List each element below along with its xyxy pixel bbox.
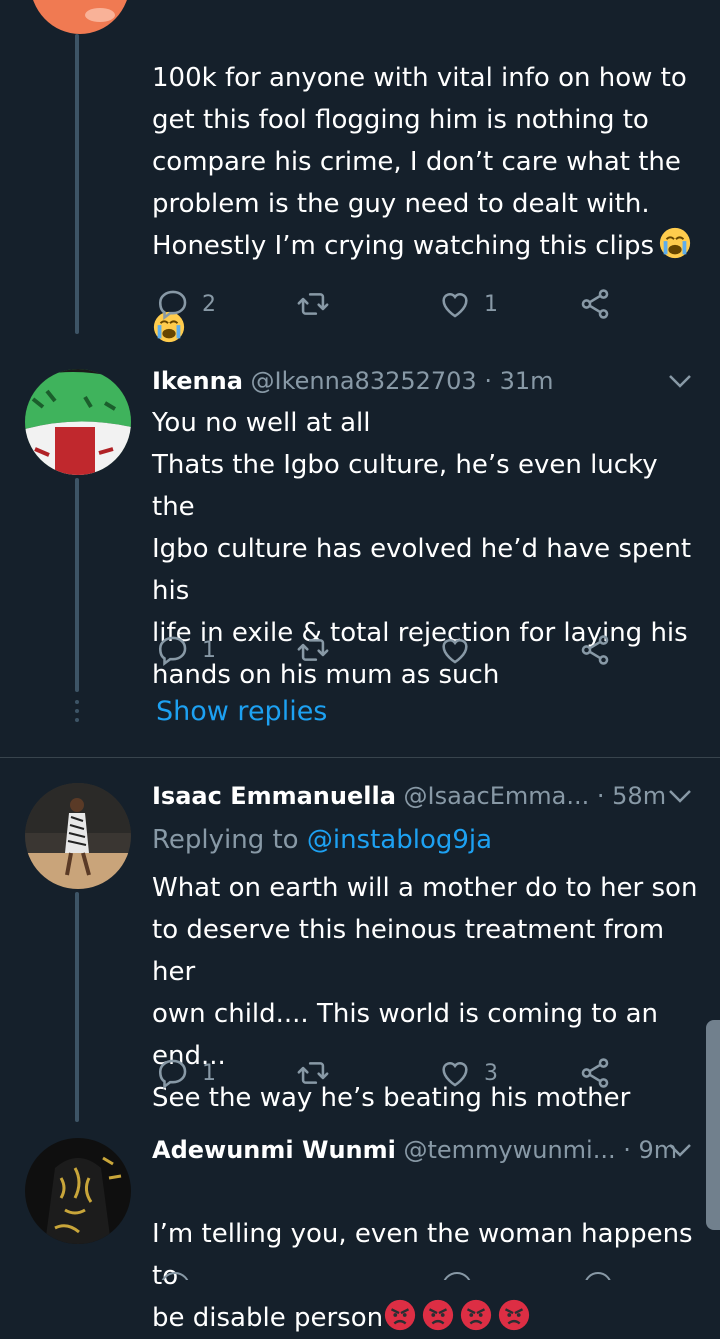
reply-count: 1 <box>202 1060 216 1086</box>
scrollbar-handle[interactable] <box>706 1020 720 1230</box>
loudly-crying-face-icon <box>659 227 691 259</box>
reply-button[interactable]: 1 <box>156 1053 216 1093</box>
tweet-header: Isaac Emmanuella @IsaacEmma... · 58m <box>152 776 666 816</box>
retweet-button[interactable] <box>296 284 342 324</box>
angry-face-icon <box>460 1299 492 1331</box>
avatar-image <box>25 783 131 889</box>
avatar-adewunmi-wunmi[interactable] <box>25 1138 131 1244</box>
heart-icon <box>442 639 468 664</box>
chevron-down-icon[interactable] <box>665 366 695 396</box>
reply-icon <box>158 636 187 667</box>
tweet-header: Ikenna @Ikenna83252703 · 31m <box>152 361 554 401</box>
avatar-image <box>25 369 131 475</box>
share-icon <box>581 635 609 665</box>
like-button[interactable]: 3 <box>438 1053 498 1093</box>
reply-count: 2 <box>202 291 216 317</box>
share-icon <box>581 1058 609 1088</box>
chevron-down-icon[interactable] <box>665 1135 695 1165</box>
tweet-header: Adewunmi Wunmi @temmywunmi... · 9m <box>152 1130 677 1170</box>
heart-icon <box>442 1062 468 1087</box>
like-button[interactable]: 1 <box>438 284 498 324</box>
retweet-icon <box>297 1062 329 1084</box>
display-name[interactable]: Ikenna <box>152 367 243 395</box>
share-button[interactable] <box>578 630 612 670</box>
thread-line <box>75 478 79 692</box>
tweet-text: I’m telling you, even the woman happens … <box>152 1219 693 1333</box>
display-name[interactable]: Isaac Emmanuella <box>152 782 396 810</box>
share-button[interactable] <box>578 284 612 324</box>
replying-to-label: Replying to <box>152 825 299 855</box>
avatar-isaac-emmanuella[interactable] <box>25 783 131 889</box>
reply-icon <box>158 1059 187 1090</box>
angry-face-icon <box>422 1299 454 1331</box>
retweet-button[interactable] <box>296 1053 342 1093</box>
timestamp[interactable]: · 58m <box>597 782 666 810</box>
reply-button[interactable]: 2 <box>156 284 216 324</box>
timestamp[interactable]: · 31m <box>484 367 553 395</box>
tweet-actions: 1 3 <box>152 1053 632 1093</box>
chevron-down-icon[interactable] <box>665 781 695 811</box>
tweet-actions: 1 <box>152 630 632 670</box>
heart-icon <box>442 293 468 318</box>
user-handle[interactable]: @temmywunmi... <box>403 1136 615 1164</box>
reply-button[interactable]: 1 <box>156 630 216 670</box>
avatar-partial[interactable] <box>30 0 130 34</box>
share-button[interactable] <box>578 1053 612 1093</box>
display-name[interactable]: Adewunmi Wunmi <box>152 1136 396 1164</box>
like-button[interactable] <box>438 630 484 670</box>
like-count: 1 <box>484 291 498 317</box>
divider <box>0 757 720 758</box>
show-replies-link[interactable]: Show replies <box>156 692 327 732</box>
thread-line <box>75 34 79 334</box>
tweet-actions: 2 1 <box>152 284 632 324</box>
avatar-image <box>25 1138 131 1244</box>
retweet-icon <box>297 639 329 661</box>
user-handle[interactable]: @IsaacEmma... <box>404 782 590 810</box>
retweet-icon <box>297 293 329 315</box>
angry-face-icon <box>498 1299 530 1331</box>
like-count: 3 <box>484 1060 498 1086</box>
tweet-actions-partial <box>152 1272 632 1280</box>
thread-line <box>75 892 79 1122</box>
retweet-button[interactable] <box>296 630 342 670</box>
replying-to-handle[interactable]: @instablog9ja <box>307 825 492 855</box>
replying-to: Replying to @instablog9ja <box>152 820 492 860</box>
user-handle[interactable]: @Ikenna83252703 <box>251 367 477 395</box>
reply-count: 1 <box>202 637 216 663</box>
share-icon <box>581 289 609 319</box>
angry-face-icon <box>384 1299 416 1331</box>
avatar-ikenna[interactable] <box>25 369 131 475</box>
reply-icon <box>158 290 187 321</box>
more-replies-dots <box>74 700 80 724</box>
